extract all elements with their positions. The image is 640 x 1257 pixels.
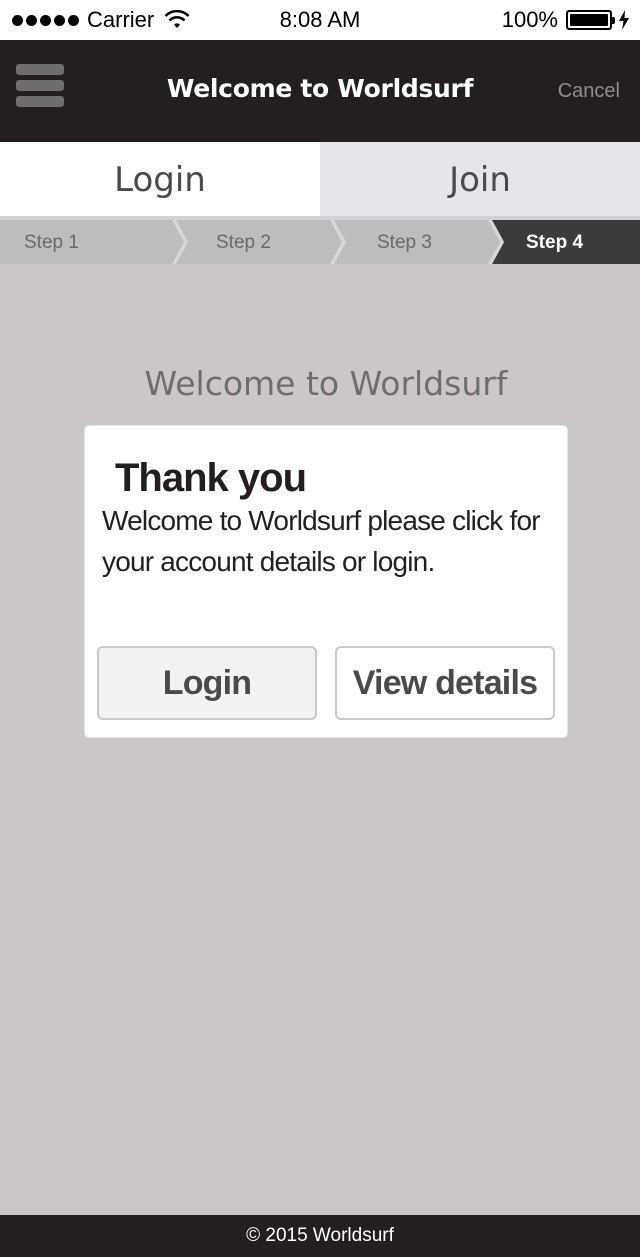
welcome-heading: Welcome to Worldsurf bbox=[144, 364, 508, 403]
step-3: Step 3 bbox=[377, 232, 432, 253]
cancel-button[interactable]: Cancel bbox=[558, 80, 620, 103]
footer: © 2015 Worldsurf bbox=[0, 1215, 640, 1257]
tab-login[interactable]: Login bbox=[0, 142, 320, 218]
battery-icon bbox=[566, 10, 615, 30]
nav-bar: Welcome to Worldsurf Cancel bbox=[0, 40, 640, 142]
view-details-button[interactable]: View details bbox=[335, 646, 555, 720]
auth-tabs: Login Join bbox=[0, 142, 640, 218]
card-title: Thank you bbox=[115, 456, 307, 500]
thank-you-card: Thank you Welcome to Worldsurf please cl… bbox=[84, 425, 568, 738]
tab-join[interactable]: Join bbox=[320, 142, 640, 218]
charging-bolt-icon bbox=[619, 10, 629, 30]
step-1: Step 1 bbox=[24, 232, 79, 253]
nav-title: Welcome to Worldsurf bbox=[166, 74, 474, 103]
status-bar: Carrier 8:08 AM 100% bbox=[0, 0, 640, 40]
card-message: Welcome to Worldsurf please click for yo… bbox=[102, 505, 541, 577]
login-button[interactable]: Login bbox=[97, 646, 317, 720]
status-right: 100% bbox=[502, 7, 630, 33]
battery-percentage: 100% bbox=[501, 7, 558, 32]
step-4-current: Step 4 bbox=[526, 232, 584, 253]
footer-copyright: © 2015 Worldsurf bbox=[246, 1225, 394, 1246]
step-progress: Step 1 Step 2 Step 3 Step 4 bbox=[0, 220, 640, 264]
step-2: Step 2 bbox=[216, 232, 271, 253]
